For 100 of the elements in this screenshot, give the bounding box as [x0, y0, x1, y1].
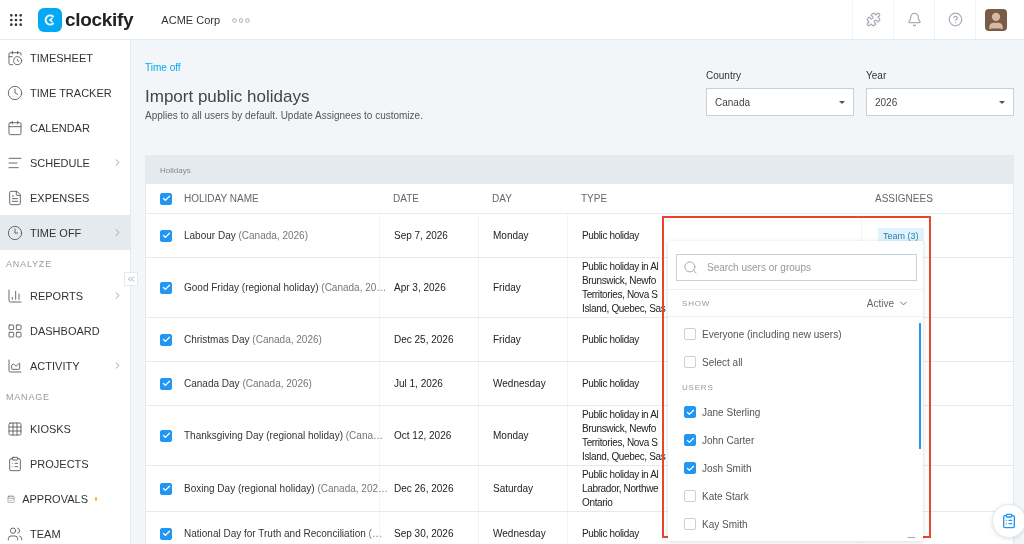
table-cell: Apr 3, 2026: [394, 280, 446, 295]
area-chart-icon: [7, 357, 23, 374]
checkbox[interactable]: [684, 518, 696, 530]
table-cell: Public holiday: [582, 376, 639, 391]
table-cell: Boxing Day (regional holiday) (Canada, 202…: [184, 483, 388, 494]
sidebar-item[interactable]: REPORTS: [0, 278, 130, 313]
column-header: HOLIDAY NAME: [184, 193, 259, 204]
table-cell: Christmas Day (Canada, 2026): [184, 334, 322, 345]
bar-chart-icon: [7, 287, 23, 304]
checkbox[interactable]: [684, 462, 696, 474]
puzzle-icon[interactable]: [865, 12, 881, 27]
users-icon: [7, 525, 23, 542]
sidebar-item[interactable]: APPROVALS: [0, 481, 130, 516]
checkbox[interactable]: [160, 333, 172, 346]
sidebar-item[interactable]: PROJECTS: [0, 446, 130, 481]
logo-icon: [38, 7, 62, 32]
apps-menu-icon[interactable]: [8, 11, 24, 28]
table-cell: Sep 7, 2026: [394, 228, 448, 243]
clipboard-icon: [7, 455, 23, 472]
section-label: MANAGE: [5, 391, 51, 404]
sidebar-label: KIOSKS: [30, 422, 72, 435]
table-cell: Friday: [493, 332, 521, 347]
table-cell: Sep 30, 2026: [394, 526, 454, 541]
scrollbar-thumb[interactable]: [919, 323, 921, 449]
sidebar-item[interactable]: TIME TRACKER: [0, 75, 130, 110]
table-cell: Monday: [493, 428, 529, 443]
table-cell: Labour Day (Canada, 2026): [184, 230, 308, 241]
sidebar-item[interactable]: TIMESHEET: [0, 40, 130, 75]
select-field[interactable]: Canada: [706, 88, 854, 116]
table-cell: Dec 26, 2026: [394, 481, 454, 496]
select-field[interactable]: 2026: [866, 88, 1014, 116]
bell-icon[interactable]: [906, 12, 922, 27]
checkbox[interactable]: [160, 281, 172, 294]
sidebar-item[interactable]: DASHBOARD: [0, 313, 130, 348]
checkbox[interactable]: [684, 406, 696, 418]
users-label: USERS: [682, 382, 714, 392]
table-cell: Oct 12, 2026: [394, 428, 452, 443]
workspace-name[interactable]: ACME Corp: [161, 13, 221, 26]
checkbox[interactable]: [684, 490, 696, 502]
table-cell: Canada Day (Canada, 2026): [184, 378, 312, 389]
sidebar-label: TIME TRACKER: [30, 86, 113, 99]
sidebar-item[interactable]: EXPENSES: [0, 180, 130, 215]
sidebar-item[interactable]: KIOSKS: [0, 411, 130, 446]
field-label: Year: [866, 70, 888, 81]
calendar-clock-icon: [7, 49, 23, 66]
avatar[interactable]: [985, 8, 1007, 31]
page-title: Import public holidays: [145, 87, 311, 107]
checkbox[interactable]: [684, 328, 696, 340]
user-label[interactable]: John Carter: [702, 434, 755, 446]
table-cell: Public holiday: [582, 332, 639, 347]
checkbox[interactable]: [160, 527, 172, 540]
table-cell: Friday: [493, 280, 521, 295]
table-cell: Monday: [493, 228, 529, 243]
sidebar-label: DASHBOARD: [30, 324, 101, 337]
table-cell: Public holiday: [582, 526, 639, 541]
column-header: DATE: [393, 193, 419, 204]
sidebar-label: REPORTS: [30, 289, 84, 302]
table-cell: Wednesday: [493, 526, 546, 541]
option-label[interactable]: Everyone (including new users): [702, 328, 842, 340]
sidebar-item[interactable]: CALENDAR: [0, 110, 130, 145]
table-cell: Public holiday in Al Labrador, Northwe Ontario: [582, 467, 659, 510]
checkbox[interactable]: [160, 429, 172, 442]
table-cell: Saturday: [493, 481, 534, 496]
help-icon[interactable]: [947, 12, 963, 27]
sidebar-item[interactable]: TIME OFF: [0, 215, 130, 250]
grid-icon: [7, 322, 23, 339]
user-label[interactable]: Kay Smith: [702, 518, 748, 530]
search-field[interactable]: Search users or groups: [676, 254, 917, 281]
checkbox[interactable]: [160, 229, 172, 242]
document-icon: [7, 189, 23, 206]
user-label[interactable]: Jane Sterling: [702, 406, 761, 418]
logo-text: clockify: [65, 8, 134, 31]
user-label[interactable]: Josh Smith: [702, 462, 752, 474]
table-cell: Wednesday: [493, 376, 546, 391]
option-label[interactable]: Select all: [702, 356, 743, 368]
field-label: Country: [706, 70, 742, 81]
sidebar-label: TEAM: [30, 527, 62, 540]
checkbox[interactable]: [160, 377, 172, 390]
sidebar-item[interactable]: SCHEDULE: [0, 145, 130, 180]
sidebar-label: TIME OFF: [30, 226, 83, 239]
table-caption: Holidays: [146, 156, 1013, 184]
status-filter-button[interactable]: Active: [866, 297, 909, 309]
clipboard-icon: [1001, 513, 1017, 529]
checkbox[interactable]: [160, 192, 172, 205]
column-header: DAY: [492, 193, 512, 204]
sidebar-label: EXPENSES: [30, 191, 91, 204]
table-cell: Good Friday (regional holiday) (Canada, 20…: [184, 282, 387, 293]
sidebar-item[interactable]: ACTIVITY: [0, 348, 130, 383]
clock-icon: [7, 84, 23, 101]
checkbox[interactable]: [684, 356, 696, 368]
column-header: TYPE: [581, 193, 608, 204]
user-label[interactable]: Kate Stark: [702, 490, 749, 502]
sidebar-item[interactable]: TEAM: [0, 516, 130, 544]
checkbox[interactable]: [160, 482, 172, 495]
section-label: ANALYZE: [5, 258, 53, 271]
sidebar-label: TIMESHEET: [30, 51, 94, 64]
clock-icon: [7, 224, 23, 241]
sidebar-label: CALENDAR: [30, 121, 91, 134]
page-subtitle: Applies to all users by default. Update Assignees to customize.: [145, 110, 424, 121]
checkbox[interactable]: [684, 434, 696, 446]
